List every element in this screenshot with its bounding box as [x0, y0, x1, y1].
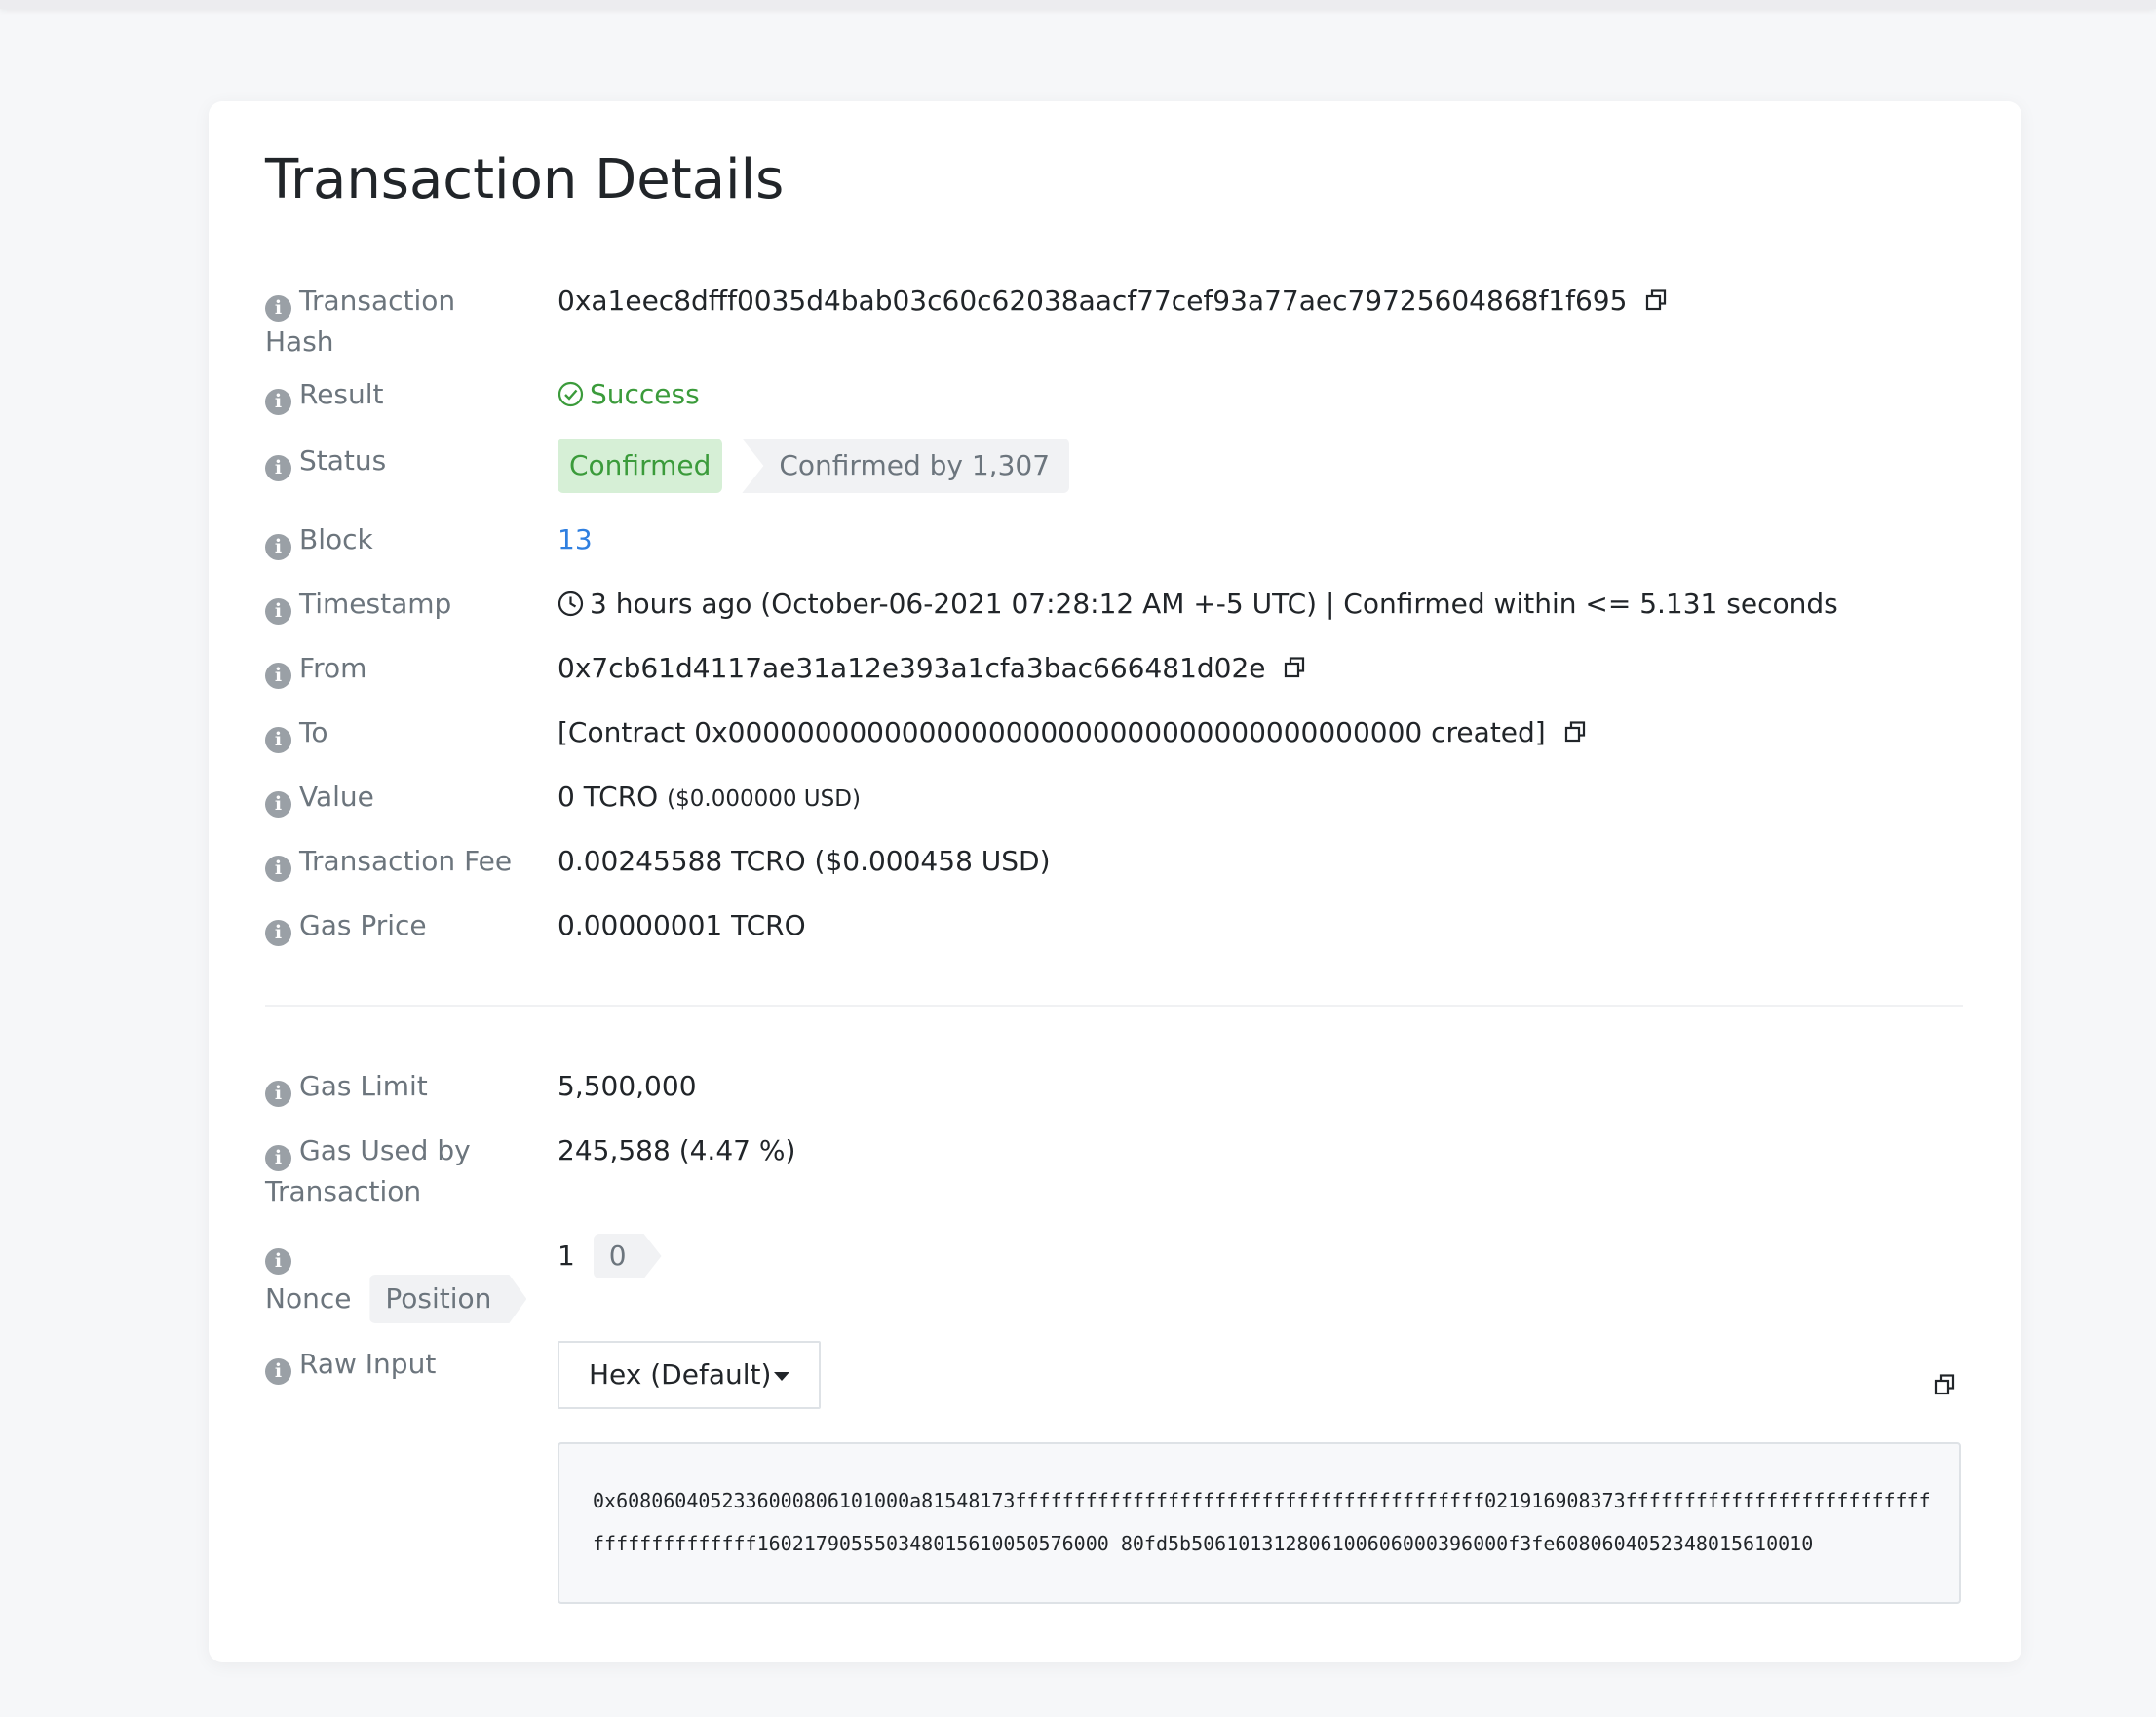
row-label: i Gas Limit	[265, 1066, 519, 1107]
gas-price-value: 0.00000001 TCRO	[558, 909, 806, 941]
row-raw-input: i Raw Input	[265, 1344, 1981, 1385]
row-label: i From	[265, 648, 519, 689]
transaction-hash-text[interactable]: 0xa1eec8dfff0035d4bab03c60c62038aacf77ce…	[558, 285, 1627, 317]
clock-icon	[558, 588, 584, 629]
nonce-value: 1 0	[558, 1234, 662, 1278]
to-address[interactable]: [Contract 0x0000000000000000000000000000…	[558, 716, 1546, 748]
from-value: 0x7cb61d4117ae31a12e393a1cfa3bac666481d0…	[558, 648, 1305, 690]
value-amount: 0 TCRO ($0.000000 USD)	[558, 781, 861, 813]
input-format-dropdown[interactable]: Hex (Default)	[558, 1341, 821, 1409]
row-label: i Result	[265, 374, 519, 415]
info-icon[interactable]: i	[265, 1081, 291, 1107]
row-label: i Value	[265, 777, 519, 818]
info-icon[interactable]: i	[265, 920, 291, 946]
gas-limit-value: 5,500,000	[558, 1070, 697, 1102]
info-icon[interactable]: i	[265, 856, 291, 882]
transaction-details-card: Transaction Details i Transaction Hash 0x…	[209, 101, 2021, 1662]
row-gas-limit: i Gas Limit 5,500,000	[265, 1066, 1981, 1107]
row-label: i Nonce Position	[265, 1234, 558, 1323]
top-bar	[0, 0, 2156, 9]
info-icon[interactable]: i	[265, 663, 291, 689]
copy-icon[interactable]	[1934, 1374, 1955, 1399]
transaction-fee-value: 0.00245588 TCRO ($0.000458 USD)	[558, 845, 1051, 877]
position-value-tag: 0	[594, 1234, 662, 1278]
info-icon[interactable]: i	[265, 727, 291, 753]
row-label: i Raw Input	[265, 1344, 519, 1385]
from-address[interactable]: 0x7cb61d4117ae31a12e393a1cfa3bac666481d0…	[558, 652, 1266, 684]
row-gas-price: i Gas Price 0.00000001 TCRO	[265, 905, 1981, 946]
copy-icon[interactable]	[1564, 713, 1586, 754]
status-badge: Confirmed	[558, 439, 723, 493]
row-label: i Transaction Hash	[265, 285, 456, 358]
info-icon[interactable]: i	[265, 1145, 291, 1171]
row-result: i Result Success	[265, 374, 1981, 415]
row-label: i To	[265, 712, 519, 753]
row-timestamp: i Timestamp 3 hours ago (October-06-2021 …	[265, 584, 1981, 625]
info-icon[interactable]: i	[265, 389, 291, 415]
section-divider	[265, 1005, 1963, 1007]
row-transaction-hash: i Transaction Hash 0xa1eec8dfff0035d4bab0…	[265, 281, 1981, 362]
row-from: i From 0x7cb61d4117ae31a12e393a1cfa3bac66…	[265, 648, 1981, 689]
info-icon[interactable]: i	[265, 534, 291, 560]
info-icon[interactable]: i	[265, 1248, 291, 1275]
raw-input-textarea[interactable]: 0x6080604052336000806101000a81548173ffff…	[558, 1442, 1961, 1604]
status-value: Confirmed Confirmed by 1,307	[558, 439, 1070, 493]
caret-down-icon	[774, 1372, 789, 1381]
row-to: i To [Contract 0x000000000000000000000000…	[265, 712, 1981, 753]
row-status: i Status Confirmed Confirmed by 1,307	[265, 439, 1981, 497]
row-transaction-fee: i Transaction Fee 0.00245588 TCRO ($0.000…	[265, 841, 1981, 882]
copy-icon[interactable]	[1645, 282, 1667, 323]
timestamp-value: 3 hours ago (October-06-2021 07:28:12 AM…	[558, 584, 1838, 629]
block-link[interactable]: 13	[558, 519, 593, 560]
info-icon[interactable]: i	[265, 598, 291, 625]
row-label: i Status	[265, 440, 519, 481]
copy-icon[interactable]	[1284, 649, 1305, 690]
gas-used-value: 245,588 (4.47 %)	[558, 1134, 796, 1166]
to-value: [Contract 0x0000000000000000000000000000…	[558, 712, 1586, 754]
info-icon[interactable]: i	[265, 455, 291, 481]
row-label: i Gas Price	[265, 905, 519, 946]
result-value: Success	[558, 374, 700, 419]
info-icon[interactable]: i	[265, 791, 291, 818]
row-label: i Block	[265, 519, 519, 560]
row-label: i Gas Used by Transaction	[265, 1134, 471, 1207]
info-icon[interactable]: i	[265, 295, 291, 322]
confirmations-badge: Confirmed by 1,307	[742, 439, 1070, 493]
value-usd: ($0.000000 USD)	[667, 786, 861, 812]
row-label: i Timestamp	[265, 584, 519, 625]
row-nonce: i Nonce Position 1 0	[265, 1234, 1981, 1331]
transaction-hash-value: 0xa1eec8dfff0035d4bab03c60c62038aacf77ce…	[558, 281, 1667, 323]
row-value: i Value 0 TCRO ($0.000000 USD)	[265, 777, 1981, 818]
position-tag: Position	[369, 1275, 526, 1323]
row-label: i Transaction Fee	[265, 841, 558, 882]
page-title: Transaction Details	[265, 148, 785, 211]
row-gas-used: i Gas Used by Transaction 245,588 (4.47 %…	[265, 1130, 1981, 1212]
check-circle-icon	[558, 378, 584, 419]
info-icon[interactable]: i	[265, 1358, 291, 1385]
row-block: i Block 13	[265, 519, 1981, 560]
